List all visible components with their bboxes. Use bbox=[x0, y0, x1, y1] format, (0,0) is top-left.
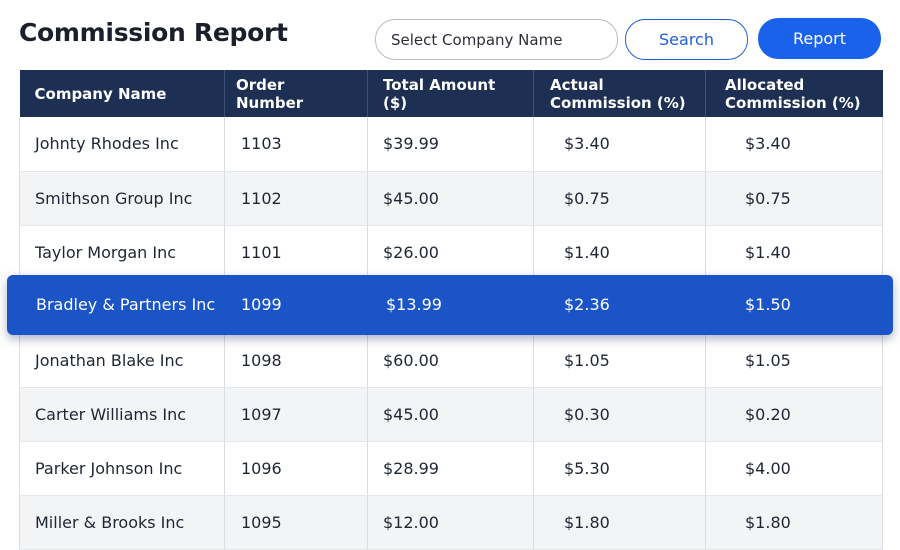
actual-commission-cell: $3.40 bbox=[533, 117, 706, 172]
company-name-cell: Taylor Morgan Inc bbox=[19, 225, 225, 280]
column-header-actual-commission[interactable]: Actual Commission (%) bbox=[533, 70, 706, 117]
company-name-cell: Miller & Brooks Inc bbox=[19, 495, 225, 550]
allocated-commission-cell: $0.75 bbox=[705, 171, 883, 226]
order-number-cell: 1098 bbox=[224, 333, 368, 388]
allocated-commission-cell: $1.50 bbox=[745, 295, 791, 314]
search-button[interactable]: Search bbox=[625, 19, 748, 60]
order-number-cell: 1095 bbox=[224, 495, 368, 550]
company-name-cell: Bradley & Partners Inc bbox=[36, 295, 216, 314]
total-amount-cell: $45.00 bbox=[367, 387, 534, 442]
table-row[interactable]: Carter Williams Inc 1097 $45.00 $0.30 $0… bbox=[19, 387, 883, 442]
total-amount-cell: $39.99 bbox=[367, 117, 534, 172]
company-name-cell: Johnty Rhodes Inc bbox=[19, 117, 225, 172]
allocated-commission-cell: $3.40 bbox=[705, 117, 883, 172]
actual-commission-cell: $2.36 bbox=[564, 295, 610, 314]
total-amount-cell: $26.00 bbox=[367, 225, 534, 280]
column-header-order-number[interactable]: Order Number bbox=[224, 70, 368, 117]
allocated-commission-cell: $0.20 bbox=[705, 387, 883, 442]
total-amount-cell: $60.00 bbox=[367, 333, 534, 388]
table-row[interactable]: Taylor Morgan Inc 1101 $26.00 $1.40 $1.4… bbox=[19, 225, 883, 280]
actual-commission-cell: $1.05 bbox=[533, 333, 706, 388]
actual-commission-cell: $0.75 bbox=[533, 171, 706, 226]
table-row[interactable]: Jonathan Blake Inc 1098 $60.00 $1.05 $1.… bbox=[19, 333, 883, 388]
company-name-select[interactable]: Select Company Name bbox=[375, 19, 618, 60]
company-name-cell: Jonathan Blake Inc bbox=[19, 333, 225, 388]
allocated-commission-cell: $1.80 bbox=[705, 495, 883, 550]
order-number-cell: 1103 bbox=[224, 117, 368, 172]
commission-report-page: Commission Report Select Company Name Se… bbox=[0, 0, 900, 550]
order-number-cell: 1099 bbox=[241, 295, 282, 314]
company-name-cell: Smithson Group Inc bbox=[19, 171, 225, 226]
actual-commission-cell: $5.30 bbox=[533, 441, 706, 496]
column-header-company-name[interactable]: Company Name bbox=[19, 70, 225, 117]
table-row[interactable]: Miller & Brooks Inc 1095 $12.00 $1.80 $1… bbox=[19, 495, 883, 550]
actual-commission-cell: $1.40 bbox=[533, 225, 706, 280]
total-amount-cell: $13.99 bbox=[386, 295, 442, 314]
page-title: Commission Report bbox=[19, 18, 288, 47]
total-amount-cell: $28.99 bbox=[367, 441, 534, 496]
actual-commission-cell: $0.30 bbox=[533, 387, 706, 442]
allocated-commission-cell: $1.05 bbox=[705, 333, 883, 388]
actual-commission-cell: $1.80 bbox=[533, 495, 706, 550]
order-number-cell: 1102 bbox=[224, 171, 368, 226]
total-amount-cell: $45.00 bbox=[367, 171, 534, 226]
order-number-cell: 1101 bbox=[224, 225, 368, 280]
company-name-cell: Carter Williams Inc bbox=[19, 387, 225, 442]
selected-table-row[interactable]: Bradley & Partners Inc 1099 $13.99 $2.36… bbox=[7, 275, 893, 335]
table-row[interactable]: Parker Johnson Inc 1096 $28.99 $5.30 $4.… bbox=[19, 441, 883, 496]
allocated-commission-cell: $4.00 bbox=[705, 441, 883, 496]
order-number-cell: 1097 bbox=[224, 387, 368, 442]
company-name-cell: Parker Johnson Inc bbox=[19, 441, 225, 496]
column-header-total-amount[interactable]: Total Amount ($) bbox=[367, 70, 534, 117]
column-header-allocated-commission[interactable]: Allocated Commission (%) bbox=[705, 70, 883, 117]
order-number-cell: 1096 bbox=[224, 441, 368, 496]
report-button[interactable]: Report bbox=[758, 18, 881, 59]
table-header-row: Company Name Order Number Total Amount (… bbox=[19, 70, 883, 117]
table-row[interactable]: Smithson Group Inc 1102 $45.00 $0.75 $0.… bbox=[19, 171, 883, 226]
total-amount-cell: $12.00 bbox=[367, 495, 534, 550]
allocated-commission-cell: $1.40 bbox=[705, 225, 883, 280]
table-row[interactable]: Johnty Rhodes Inc 1103 $39.99 $3.40 $3.4… bbox=[19, 117, 883, 172]
